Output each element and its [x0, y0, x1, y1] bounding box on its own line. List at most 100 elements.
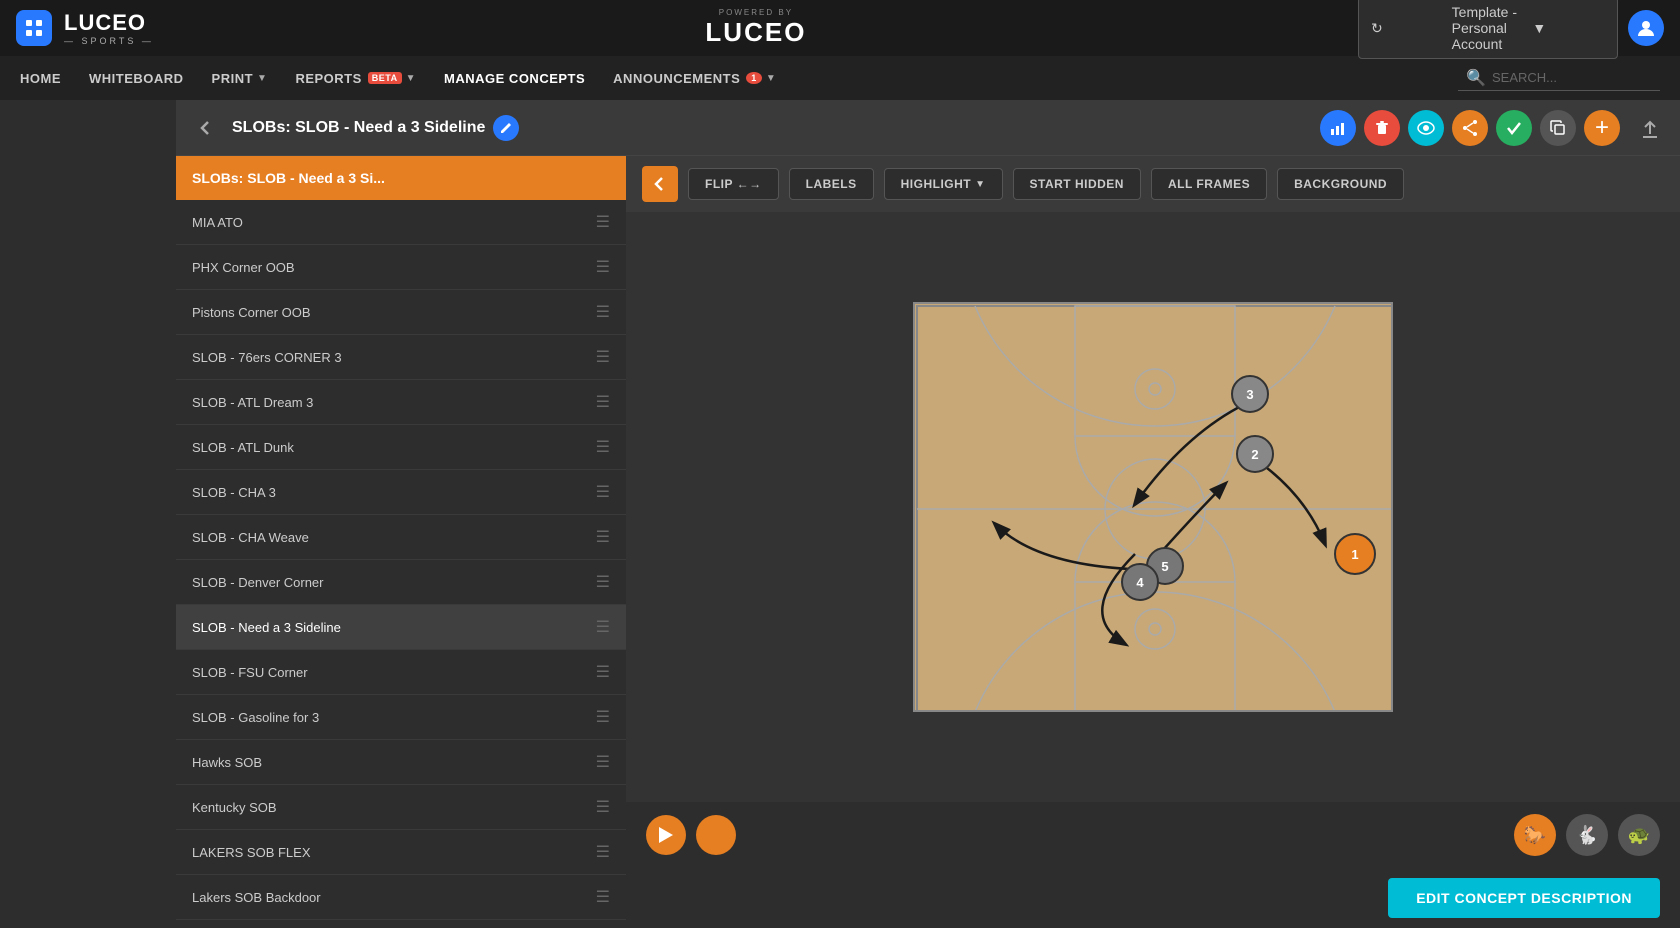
drag-icon: ☰: [596, 797, 610, 817]
playlist-header: SLOBs: SLOB - Need a 3 Si...: [176, 156, 626, 200]
animation-preset-1[interactable]: 🐎: [1514, 814, 1556, 856]
account-selector[interactable]: ↻ Template - Personal Account ▼: [1358, 0, 1618, 59]
playback-controls: [646, 815, 766, 855]
prev-play-button[interactable]: [642, 166, 678, 202]
list-item[interactable]: Kentucky SOB ☰: [176, 785, 626, 830]
powered-by-text: POWERED BY: [719, 8, 793, 17]
drag-icon: ☰: [596, 257, 610, 277]
court-container: 3 2 1 5 4: [626, 212, 1680, 802]
playlist: SLOBs: SLOB - Need a 3 Si... MIA ATO ☰ P…: [176, 156, 626, 928]
menu-item-home[interactable]: HOME: [20, 71, 61, 86]
labels-button[interactable]: LABELS: [789, 168, 874, 200]
header-actions: +: [1320, 110, 1664, 146]
list-item[interactable]: SLOB - CHA Weave ☰: [176, 515, 626, 560]
drag-icon: ☰: [596, 437, 610, 457]
drag-icon: ☰: [596, 527, 610, 547]
content-panel: SLOBs: SLOB - Need a 3 Sideline: [176, 100, 1680, 928]
menu-bar: HOME WHITEBOARD PRINT ▼ REPORTS BETA ▼ M…: [0, 56, 1680, 100]
list-item[interactable]: Pistons Corner OOB ☰: [176, 290, 626, 335]
list-item[interactable]: LAKERS SOB FLEX ☰: [176, 830, 626, 875]
drag-icon: ☰: [596, 617, 610, 637]
edit-concept-description-button[interactable]: EDIT CONCEPT DESCRIPTION: [1388, 878, 1660, 918]
chevron-down-icon: ▼: [1532, 20, 1605, 36]
basketball-court: 3 2 1 5 4: [913, 302, 1393, 712]
svg-text:5: 5: [1161, 559, 1168, 574]
logo-text: LUCEO: [64, 10, 146, 36]
list-item[interactable]: SLOB - ATL Dunk ☰: [176, 425, 626, 470]
header-title: SLOBs: SLOB - Need a 3 Sideline: [232, 115, 519, 141]
check-button[interactable]: [1496, 110, 1532, 146]
drag-icon: ☰: [596, 482, 610, 502]
upload-button[interactable]: [1636, 114, 1664, 142]
svg-text:2: 2: [1251, 447, 1258, 462]
back-button[interactable]: [192, 114, 220, 142]
nav-right: ↻ Template - Personal Account ▼: [1358, 0, 1664, 59]
flip-button[interactable]: FLIP ←→: [688, 168, 779, 200]
grid-menu-button[interactable]: [16, 10, 52, 46]
all-frames-button[interactable]: ALL FRAMES: [1151, 168, 1267, 200]
sidebar: [0, 100, 176, 928]
play-button[interactable]: [646, 815, 686, 855]
edit-title-button[interactable]: [493, 115, 519, 141]
background-button[interactable]: BACKGROUND: [1277, 168, 1404, 200]
user-avatar[interactable]: [1628, 10, 1664, 46]
svg-text:4: 4: [1136, 575, 1144, 590]
drag-icon: ☰: [596, 347, 610, 367]
notifications-badge: 1: [746, 72, 762, 84]
court-section: FLIP ←→ LABELS HIGHLIGHT ▼ START HIDDEN …: [626, 156, 1680, 928]
highlight-button[interactable]: HIGHLIGHT ▼: [884, 168, 1003, 200]
preview-button[interactable]: [1408, 110, 1444, 146]
logo-sub: — SPORTS —: [64, 36, 154, 46]
animal-controls: 🐎 🐇 🐢: [1514, 814, 1660, 856]
list-item[interactable]: MIA ATO ☰: [176, 200, 626, 245]
animation-preset-2[interactable]: 🐇: [1566, 814, 1608, 856]
list-item[interactable]: SLOB - FSU Corner ☰: [176, 650, 626, 695]
refresh-icon: ↻: [1371, 20, 1444, 37]
nav-left: LUCEO — SPORTS —: [16, 10, 154, 46]
drag-icon: ☰: [596, 707, 610, 727]
delete-button[interactable]: [1364, 110, 1400, 146]
list-item-active[interactable]: SLOB - Need a 3 Sideline ☰: [176, 605, 626, 650]
search-icon: 🔍: [1466, 68, 1486, 88]
analytics-button[interactable]: [1320, 110, 1356, 146]
animation-preset-3[interactable]: 🐢: [1618, 814, 1660, 856]
menu-item-announcements[interactable]: ANNOUNCEMENTS 1 ▼: [613, 71, 776, 86]
menu-item-print[interactable]: PRINT ▼: [212, 71, 268, 86]
svg-text:3: 3: [1246, 387, 1253, 402]
menu-item-reports[interactable]: REPORTS BETA ▼: [295, 71, 416, 86]
beta-badge: BETA: [368, 72, 402, 84]
drag-icon: ☰: [596, 302, 610, 322]
drag-icon: ☰: [596, 887, 610, 907]
court-toolbar: FLIP ←→ LABELS HIGHLIGHT ▼ START HIDDEN …: [626, 156, 1680, 212]
account-label: Template - Personal Account: [1452, 4, 1525, 52]
nav-center: POWERED BY LUCEO: [705, 8, 806, 48]
drag-icon: ☰: [596, 392, 610, 412]
menu-item-whiteboard[interactable]: WHITEBOARD: [89, 71, 184, 86]
center-logo: POWERED BY LUCEO: [705, 8, 806, 48]
search-input[interactable]: [1492, 70, 1652, 85]
list-item[interactable]: SLOB - Denver Corner ☰: [176, 560, 626, 605]
list-item[interactable]: SLOB - CHA 3 ☰: [176, 470, 626, 515]
search-bar[interactable]: 🔍: [1458, 66, 1660, 91]
share-button[interactable]: [1452, 110, 1488, 146]
list-item[interactable]: SLOB - 76ers CORNER 3 ☰: [176, 335, 626, 380]
start-hidden-button[interactable]: START HIDDEN: [1013, 168, 1141, 200]
copy-button[interactable]: [1540, 110, 1576, 146]
center-logo-text: LUCEO: [705, 17, 806, 48]
timeline-marker[interactable]: [696, 815, 736, 855]
list-item[interactable]: SLOB - Gasoline for 3 ☰: [176, 695, 626, 740]
list-item[interactable]: PHX Corner OOB ☰: [176, 245, 626, 290]
list-item[interactable]: SLOB - ATL Dream 3 ☰: [176, 380, 626, 425]
drag-icon: ☰: [596, 752, 610, 772]
court-svg: 3 2 1 5 4: [915, 304, 1393, 712]
drag-icon: ☰: [596, 572, 610, 592]
menu-item-manage-concepts[interactable]: MANAGE CONCEPTS: [444, 71, 585, 86]
svg-text:1: 1: [1351, 547, 1358, 562]
drag-icon: ☰: [596, 212, 610, 232]
menu-left: HOME WHITEBOARD PRINT ▼ REPORTS BETA ▼ M…: [20, 71, 776, 86]
top-navbar: LUCEO — SPORTS — POWERED BY LUCEO ↻ Temp…: [0, 0, 1680, 56]
bottom-controls: 🐎 🐇 🐢: [626, 802, 1680, 868]
add-button[interactable]: +: [1584, 110, 1620, 146]
list-item[interactable]: Hawks SOB ☰: [176, 740, 626, 785]
list-item[interactable]: Lakers SOB Backdoor ☰: [176, 875, 626, 920]
